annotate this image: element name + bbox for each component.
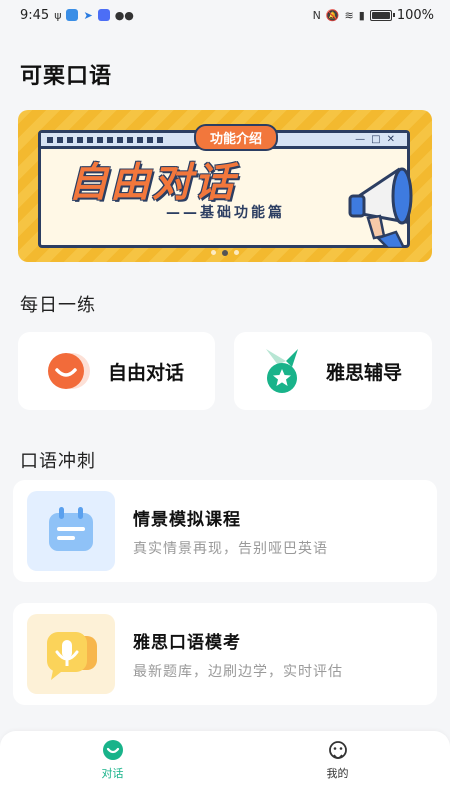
chat-icon: ●● [114, 8, 134, 22]
sim-icon: ▮ [358, 8, 365, 22]
course-description: 真实情景再现，告别哑巴英语 [133, 540, 328, 557]
status-bar: 9:45 ψ ➤ ●● N 🔕 ≋ ▮ 100% [0, 0, 450, 30]
app-notification-icon [66, 9, 79, 21]
window-controls-icon: —□✕ [355, 134, 401, 145]
course-text: 情景模拟课程 真实情景再现，告别哑巴英语 [133, 505, 328, 558]
pagination-dot [211, 250, 216, 255]
course-description: 最新题库，边刷边学，实时评估 [133, 663, 343, 680]
status-right: N 🔕 ≋ ▮ 100% [313, 8, 434, 23]
tab-profile[interactable]: 我的 [225, 731, 450, 800]
banner-subtitle: ——基础功能篇 [166, 205, 285, 221]
profile-face-icon [328, 741, 347, 759]
daily-card-label: 自由对话 [108, 361, 185, 384]
course-card-ielts-mock[interactable]: 雅思口语模考 最新题库，边刷边学，实时评估 [13, 603, 437, 705]
bird-icon: ➤ [83, 8, 93, 22]
banner-headline: 自由对话 [68, 160, 236, 206]
daily-card-ielts[interactable]: 雅思辅导 [234, 332, 432, 410]
banner-tag: 功能介绍 [194, 124, 279, 151]
mute-icon: 🔕 [325, 8, 340, 22]
battery-level: 100% [396, 7, 434, 23]
page-title: 可栗口语 [20, 64, 113, 89]
calendar-icon [27, 491, 115, 571]
section-title-daily: 每日一练 [20, 295, 96, 316]
course-title: 雅思口语模考 [133, 632, 241, 653]
wifi-icon: ≋ [344, 8, 354, 22]
app-notification-icon-2 [97, 9, 110, 21]
status-time: 9:45 [20, 7, 50, 23]
usb-icon: ψ [54, 8, 62, 22]
course-card-scenario[interactable]: 情景模拟课程 真实情景再现，告别哑巴英语 [13, 480, 437, 582]
status-left: 9:45 ψ ➤ ●● [20, 8, 134, 23]
course-text: 雅思口语模考 最新题库，边刷边学，实时评估 [133, 628, 343, 681]
course-title: 情景模拟课程 [133, 509, 241, 530]
banner-pagination [18, 250, 432, 256]
tab-chat[interactable]: 对话 [0, 731, 225, 800]
smile-icon [42, 345, 94, 397]
bottom-tab-bar: 对话 我的 [0, 731, 450, 800]
megaphone-icon [348, 167, 413, 248]
section-title-sprint: 口语冲刺 [20, 451, 96, 472]
daily-card-free-talk[interactable]: 自由对话 [18, 332, 215, 410]
pagination-dot-active [222, 250, 228, 256]
tab-label: 我的 [326, 767, 349, 780]
nfc-icon: N [312, 8, 321, 22]
microphone-chat-icon [27, 614, 115, 694]
pagination-dot [234, 250, 239, 255]
battery-icon [369, 9, 395, 21]
daily-card-label: 雅思辅导 [326, 361, 403, 384]
tab-label: 对话 [101, 767, 124, 780]
medal-icon [260, 345, 312, 397]
chat-smile-icon [102, 740, 123, 760]
feature-banner[interactable]: —□✕ 功能介绍 自由对话 ——基础功能篇 [18, 110, 432, 262]
